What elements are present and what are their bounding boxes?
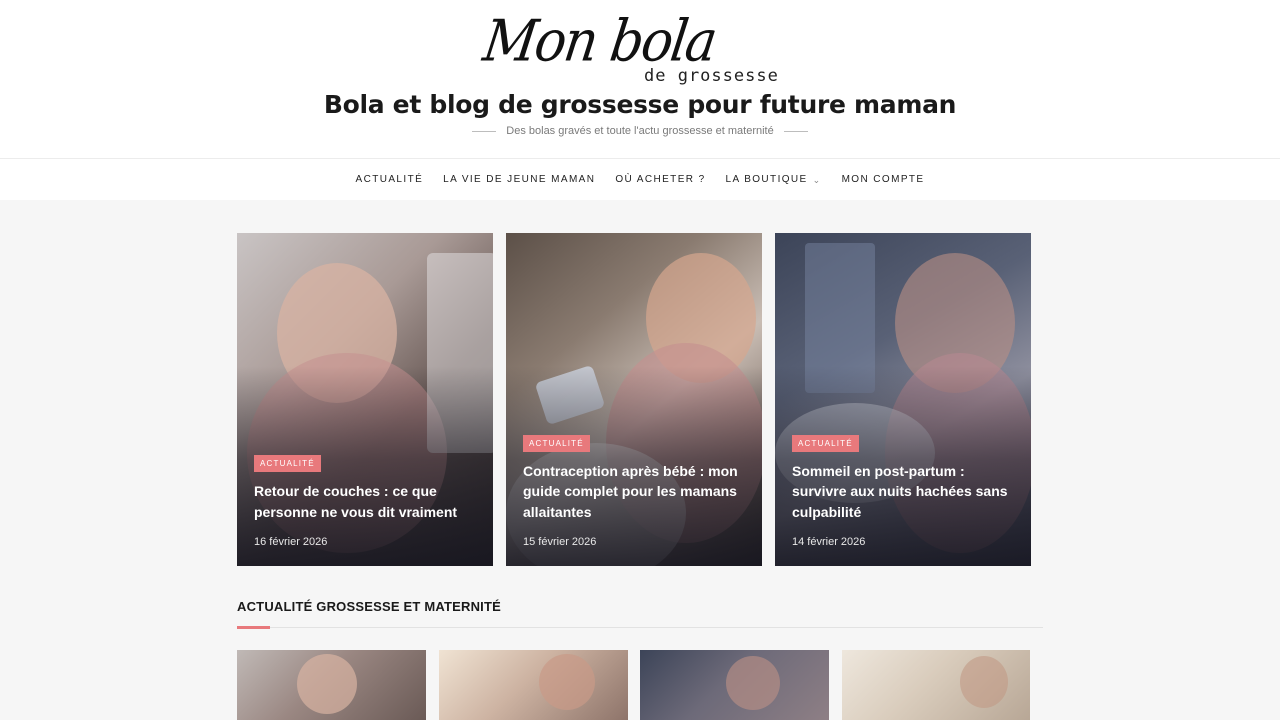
nav-item-actualite[interactable]: ACTUALITÉ — [356, 174, 424, 185]
featured-card-3[interactable]: ACTUALITÉ Sommeil en post-partum : survi… — [775, 233, 1031, 566]
post-thumbnail-3[interactable] — [640, 650, 829, 720]
featured-card-2[interactable]: ACTUALITÉ Contraception après bébé : mon… — [506, 233, 762, 566]
section-accent-bar — [237, 626, 270, 629]
category-badge[interactable]: ACTUALITÉ — [523, 434, 590, 452]
featured-card-1[interactable]: ACTUALITÉ Retour de couches : ce que per… — [237, 233, 493, 566]
site-tagline: Des bolas gravés et toute l'actu grosses… — [506, 125, 774, 137]
nav-item-label: LA VIE DE JEUNE MAMAN — [443, 174, 596, 185]
tagline-divider-left — [472, 130, 497, 132]
thumbnail-image — [297, 654, 357, 714]
main-navigation: ACTUALITÉ LA VIE DE JEUNE MAMAN OÙ ACHET… — [0, 158, 1280, 200]
featured-title[interactable]: Retour de couches : ce que personne ne v… — [254, 481, 479, 522]
logo-subtitle: de grossesse — [644, 66, 779, 86]
site-title: Bola et blog de grossesse pour future ma… — [323, 90, 957, 119]
nav-item-vie-jeune-maman[interactable]: LA VIE DE JEUNE MAMAN — [443, 174, 595, 185]
nav-item-label: MON COMPTE — [841, 174, 925, 185]
featured-card-body: ACTUALITÉ Sommeil en post-partum : survi… — [792, 433, 1017, 548]
featured-title[interactable]: Contraception après bébé : mon guide com… — [523, 461, 748, 523]
logo-script-text: Mon bola — [479, 8, 720, 75]
featured-card-body: ACTUALITÉ Retour de couches : ce que per… — [254, 453, 479, 548]
featured-date: 16 février 2026 — [254, 536, 328, 548]
tagline-divider-right — [783, 130, 808, 132]
post-thumbnail-4[interactable] — [842, 650, 1030, 720]
nav-item-mon-compte[interactable]: MON COMPTE — [842, 174, 925, 185]
chevron-down-icon: ⌄ — [812, 175, 822, 185]
site-logo[interactable]: Mon bola de grossesse — [479, 8, 810, 94]
featured-card-body: ACTUALITÉ Contraception après bébé : mon… — [523, 433, 748, 548]
featured-title[interactable]: Sommeil en post-partum : survivre aux nu… — [792, 461, 1017, 523]
thumbnail-image — [726, 656, 780, 710]
tagline-row: Des bolas gravés et toute l'actu grosses… — [0, 125, 1280, 137]
nav-item-la-boutique[interactable]: LA BOUTIQUE ⌄ — [726, 174, 822, 185]
category-badge[interactable]: ACTUALITÉ — [792, 434, 859, 452]
featured-date: 15 février 2026 — [523, 536, 597, 548]
site-header: Mon bola de grossesse Bola et blog de gr… — [0, 0, 1280, 158]
featured-date: 14 février 2026 — [792, 536, 866, 548]
nav-item-label: OÙ ACHETER ? — [615, 174, 706, 185]
section-title: ACTUALITÉ GROSSESSE ET MATERNITÉ — [237, 599, 502, 614]
thumbnail-image — [539, 654, 595, 710]
nav-item-ou-acheter[interactable]: OÙ ACHETER ? — [615, 174, 705, 185]
post-thumbnail-1[interactable] — [237, 650, 426, 720]
category-badge[interactable]: ACTUALITÉ — [254, 455, 321, 472]
nav-item-label: ACTUALITÉ — [355, 174, 424, 185]
thumbnail-image — [960, 656, 1008, 708]
post-thumbnail-2[interactable] — [439, 650, 628, 720]
nav-item-label: LA BOUTIQUE — [725, 174, 808, 185]
section-divider — [237, 627, 1043, 628]
